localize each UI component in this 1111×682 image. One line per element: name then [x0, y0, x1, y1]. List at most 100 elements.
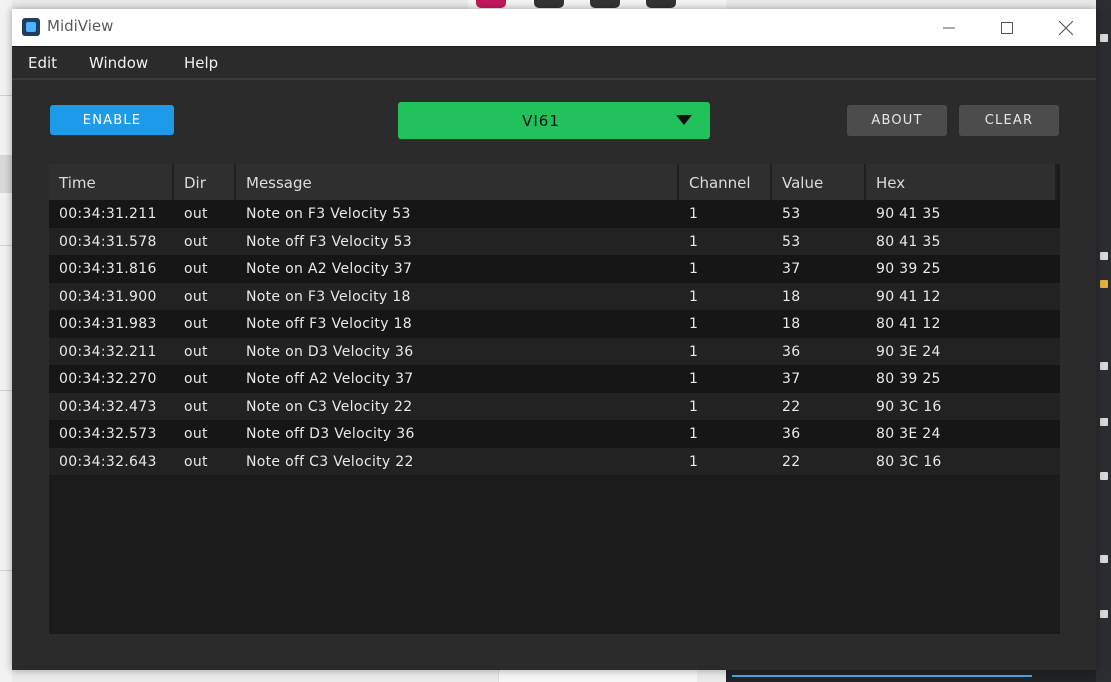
cell-hex: 80 3E 24 [876, 426, 941, 442]
table-row[interactable]: 00:34:31.578 out Note off F3 Velocity 53 1 5… [49, 227, 1060, 255]
column-header-hex[interactable]: Hex [866, 164, 1057, 200]
cell-value: 53 [782, 233, 801, 250]
cell-channel: 1 [689, 316, 699, 332]
background-panel [0, 155, 12, 193]
cell-hex: 80 41 35 [876, 233, 941, 250]
enable-button[interactable]: ENABLE [50, 105, 174, 135]
cell-time: 00:34:31.983 [59, 316, 157, 332]
column-header-dir[interactable]: Dir [174, 164, 236, 200]
app-logo-icon [22, 18, 40, 36]
background-marker [1100, 418, 1108, 426]
cell-value: 37 [782, 261, 801, 277]
table-row[interactable]: 00:34:31.211 out Note on F3 Velocity 53 1 53… [49, 200, 1060, 228]
cell-hex: 90 41 12 [876, 288, 941, 305]
background-bottom-panel [498, 669, 697, 682]
cell-channel: 1 [689, 398, 699, 415]
cell-dir: out [184, 288, 208, 305]
table-row[interactable]: 00:34:32.270 out Note off A2 Velocity 37 1 3… [49, 365, 1060, 393]
column-header-channel[interactable]: Channel [679, 164, 772, 200]
column-header-message[interactable]: Message [236, 164, 679, 200]
table-row[interactable]: 00:34:31.900 out Note on F3 Velocity 18 1 18… [49, 282, 1060, 310]
device-select-value: VI61 [522, 111, 560, 130]
cell-hex: 80 39 25 [876, 371, 941, 387]
cell-time: 00:34:31.900 [59, 288, 157, 305]
cell-time: 00:34:31.211 [59, 206, 157, 222]
menu-window[interactable]: Window [89, 54, 148, 72]
title-bar[interactable]: MidiView [12, 9, 1096, 46]
background-marker [1100, 362, 1108, 370]
cell-channel: 1 [689, 288, 699, 305]
background-left-window [0, 0, 12, 682]
cell-message: Note on F3 Velocity 18 [246, 288, 411, 305]
cell-dir: out [184, 453, 208, 470]
cell-message: Note off D3 Velocity 36 [246, 426, 415, 442]
cell-value: 18 [782, 316, 801, 332]
cell-channel: 1 [689, 206, 699, 222]
cell-dir: out [184, 206, 208, 222]
cell-hex: 90 3E 24 [876, 343, 941, 360]
cell-time: 00:34:32.270 [59, 371, 157, 387]
menu-bar: Edit Window Help [12, 46, 1096, 80]
close-icon [1059, 20, 1073, 35]
table-row[interactable]: 00:34:32.211 out Note on D3 Velocity 36 1 36… [49, 337, 1060, 365]
cell-message: Note on D3 Velocity 36 [246, 343, 414, 360]
table-row[interactable]: 00:34:32.643 out Note off C3 Velocity 22 1 2… [49, 447, 1060, 475]
cell-channel: 1 [689, 371, 699, 387]
background-right-window [1096, 0, 1111, 682]
background-tool-icon [534, 0, 564, 8]
table-body: 00:34:31.211 out Note on F3 Velocity 53 1 53… [49, 200, 1060, 475]
background-marker [1100, 252, 1108, 260]
table-header: Time Dir Message Channel Value Hex [49, 164, 1057, 200]
maximize-button[interactable] [978, 9, 1036, 46]
table-row[interactable]: 00:34:32.573 out Note off D3 Velocity 36 1 3… [49, 420, 1060, 448]
cell-value: 22 [782, 398, 801, 415]
background-divider [0, 95, 12, 96]
menu-edit[interactable]: Edit [28, 54, 57, 72]
cell-value: 37 [782, 371, 801, 387]
cell-time: 00:34:32.473 [59, 398, 157, 415]
minimize-button[interactable] [920, 9, 978, 46]
column-header-value[interactable]: Value [772, 164, 866, 200]
column-header-time[interactable]: Time [49, 164, 174, 200]
cell-dir: out [184, 343, 208, 360]
cell-time: 00:34:31.816 [59, 261, 157, 277]
cell-dir: out [184, 371, 208, 387]
search-icon [646, 0, 676, 8]
cell-message: Note off A2 Velocity 37 [246, 371, 414, 387]
table-row[interactable]: 00:34:31.816 out Note on A2 Velocity 37 1 37… [49, 255, 1060, 283]
background-marker [1100, 610, 1108, 618]
cell-message: Note on F3 Velocity 53 [246, 206, 411, 222]
cell-message: Note off C3 Velocity 22 [246, 453, 414, 470]
cell-hex: 80 41 12 [876, 316, 941, 332]
cell-value: 18 [782, 288, 801, 305]
background-marker [1100, 472, 1108, 480]
cell-value: 22 [782, 453, 801, 470]
midi-device-select[interactable]: VI61 [398, 102, 710, 139]
menu-help[interactable]: Help [184, 54, 218, 72]
background-divider [0, 390, 12, 391]
background-track-line [732, 675, 1032, 677]
background-divider [0, 245, 12, 246]
cell-hex: 90 41 35 [876, 206, 941, 222]
cell-value: 36 [782, 426, 801, 442]
background-marker [1100, 555, 1108, 563]
cell-value: 36 [782, 343, 801, 360]
cell-time: 00:34:32.573 [59, 426, 157, 442]
dropdown-arrow-icon [676, 115, 692, 125]
cell-time: 00:34:32.211 [59, 343, 157, 360]
cell-message: Note off F3 Velocity 18 [246, 316, 412, 332]
record-icon [476, 0, 506, 8]
close-button[interactable] [1037, 9, 1095, 46]
background-bottom-track [726, 669, 1096, 682]
cell-dir: out [184, 261, 208, 277]
window-title: MidiView [47, 17, 114, 35]
cell-value: 53 [782, 206, 801, 222]
table-row[interactable]: 00:34:31.983 out Note off F3 Velocity 18 1 1… [49, 310, 1060, 338]
cell-time: 00:34:32.643 [59, 453, 157, 470]
clear-button[interactable]: CLEAR [959, 105, 1059, 136]
bell-icon [590, 0, 620, 8]
cell-message: Note off F3 Velocity 53 [246, 233, 412, 250]
about-button[interactable]: ABOUT [847, 105, 947, 136]
table-row[interactable]: 00:34:32.473 out Note on C3 Velocity 22 1 22… [49, 392, 1060, 420]
cell-dir: out [184, 398, 208, 415]
